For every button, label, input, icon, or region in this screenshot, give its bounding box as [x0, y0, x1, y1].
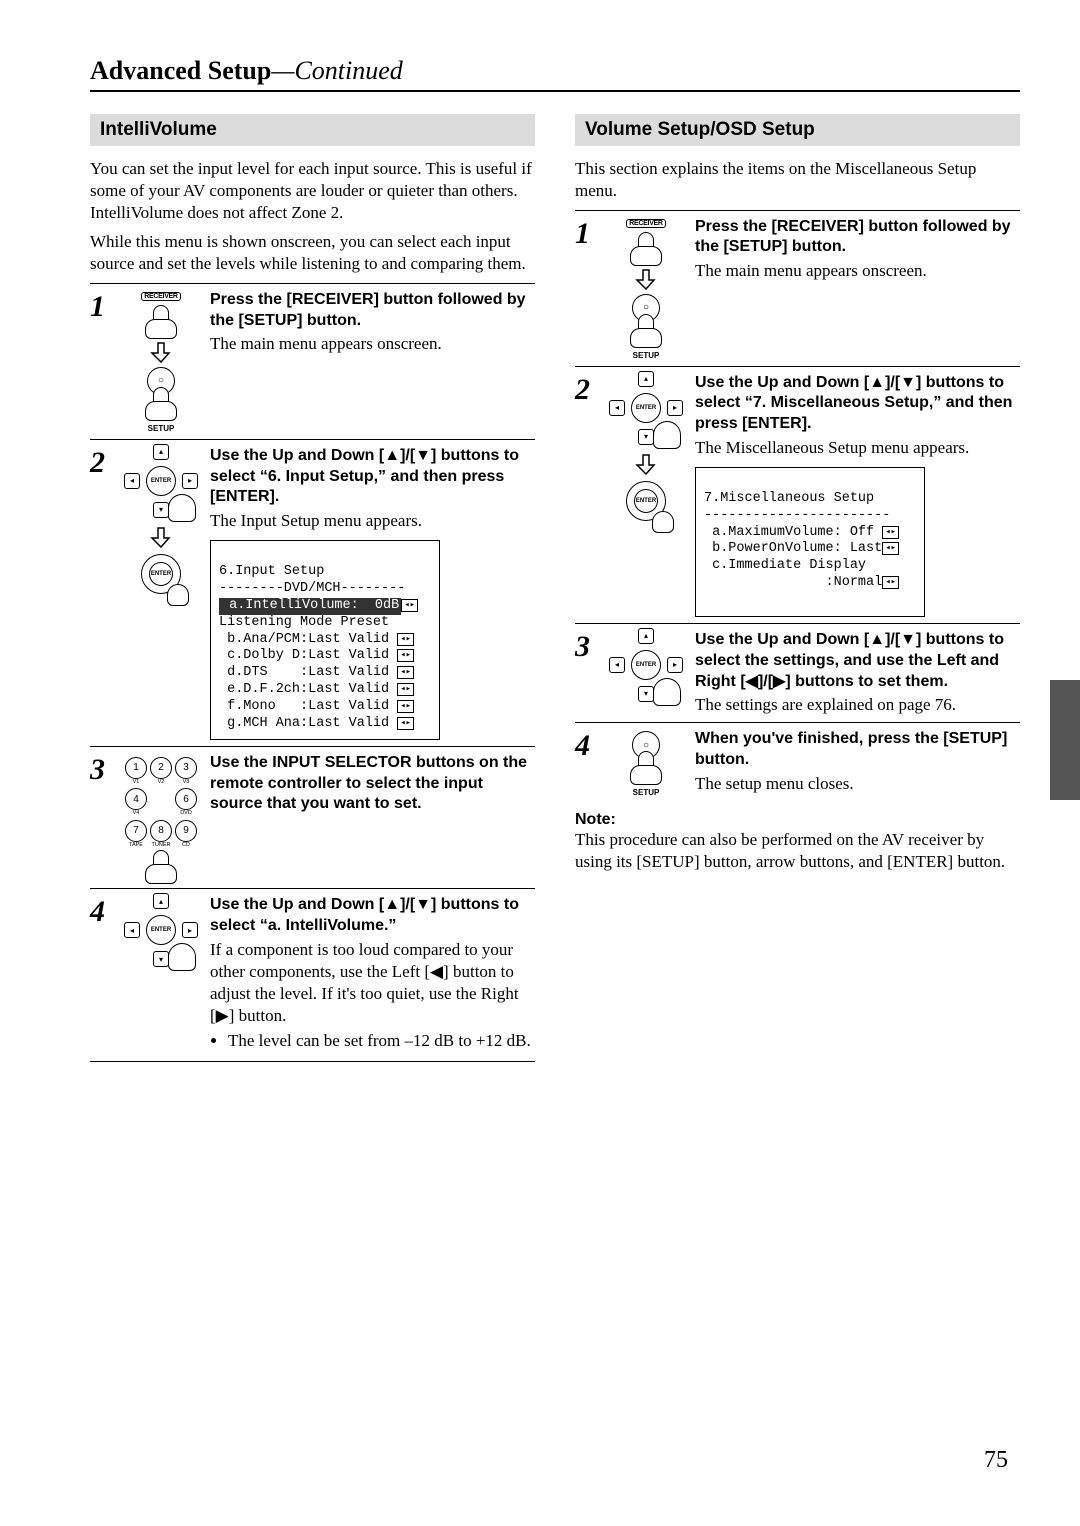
step-number: 1	[90, 290, 116, 322]
enter-icon: ENTER	[626, 481, 666, 521]
enter-button-icon: ENTER	[146, 466, 176, 496]
hand-icon	[167, 584, 189, 606]
right-step-2: 2 ▴ ▾ ◂ ▸ ENTER	[575, 366, 1020, 617]
step-detail: The main menu appears onscreen.	[695, 260, 1020, 282]
page: Advanced Setup—Continued IntelliVolume Y…	[0, 0, 1080, 1102]
page-header: Advanced Setup—Continued	[90, 56, 1020, 92]
step-icon-setup: ○ SETUP	[601, 729, 691, 797]
columns: IntelliVolume You can set the input leve…	[90, 114, 1020, 1062]
step-number: 4	[575, 729, 601, 761]
receiver-button-icon: RECEIVER	[141, 292, 180, 301]
step-detail: The setup menu closes.	[695, 773, 1020, 795]
step-instruction: Use the Up and Down [▲]/[▼] buttons to s…	[210, 895, 535, 937]
enter-icon: ENTER	[141, 554, 181, 594]
lcd-misc-setup: 7.Miscellaneous Setup ------------------…	[695, 467, 925, 617]
step-instruction: When you've finished, press the [SETUP] …	[695, 729, 1020, 771]
enter-button-icon: ENTER	[146, 915, 176, 945]
section-title-intellivolume: IntelliVolume	[90, 114, 535, 146]
left-step-2: 2 ▴ ▾ ◂ ▸ ENTER	[90, 439, 535, 740]
left-step-3: 3 123 V1V2V3 456 V4DVD 789 TAPETUNERCD U…	[90, 746, 535, 883]
step-icon-dpad-enter: ▴ ▾ ◂ ▸ ENTER ENTER	[601, 373, 691, 523]
note-text: This procedure can also be performed on …	[575, 829, 1020, 873]
page-number: 75	[984, 1447, 1008, 1474]
section-title-volume-osd: Volume Setup/OSD Setup	[575, 114, 1020, 146]
bullet-item: The level can be set from –12 dB to +12 …	[228, 1031, 535, 1051]
left-step-1: 1 RECEIVER ○ SETUP Press the [RECEIVER	[90, 283, 535, 433]
step-number: 3	[575, 630, 601, 662]
dpad-icon: ▴ ▾ ◂ ▸ ENTER	[130, 899, 192, 961]
step-instruction: Use the Up and Down [▲]/[▼] buttons to s…	[695, 630, 1020, 692]
lcd-input-setup: 6.Input Setup --------DVD/MCH-------- a.…	[210, 540, 440, 740]
hand-icon	[630, 314, 662, 346]
hand-icon	[168, 494, 196, 522]
header-title: Advanced Setup	[90, 56, 271, 85]
step-detail: If a component is too loud compared to y…	[210, 939, 535, 1027]
hand-icon	[630, 232, 662, 264]
setup-label: SETUP	[633, 788, 660, 797]
left-step-4: 4 ▴ ▾ ◂ ▸ ENTER Use the Up and Down [▲]/…	[90, 888, 535, 1062]
step-instruction: Use the Up and Down [▲]/[▼] buttons to s…	[695, 373, 1020, 435]
hand-icon	[653, 421, 681, 449]
intro-para: This section explains the items on the M…	[575, 158, 1020, 202]
setup-label: SETUP	[148, 424, 175, 433]
hand-icon	[168, 943, 196, 971]
right-column: Volume Setup/OSD Setup This section expl…	[575, 114, 1020, 1062]
right-step-4: 4 ○ SETUP When you've finished, press th…	[575, 722, 1020, 797]
step-icon-dpad-enter: ▴ ▾ ◂ ▸ ENTER ENTER	[116, 446, 206, 596]
step-detail: The main menu appears onscreen.	[210, 333, 535, 355]
step-detail: The Input Setup menu appears.	[210, 510, 535, 532]
step-number: 4	[90, 895, 116, 927]
step-icon-dpad: ▴ ▾ ◂ ▸ ENTER	[601, 630, 691, 698]
step-number: 2	[90, 446, 116, 478]
arrow-down-icon	[635, 268, 657, 290]
header-continued: —Continued	[271, 56, 402, 85]
step-instruction: Press the [RECEIVER] button followed by …	[695, 217, 1020, 259]
intro-para-1: You can set the input level for each inp…	[90, 158, 535, 223]
enter-button-icon: ENTER	[631, 393, 661, 423]
step-icon-receiver-setup: RECEIVER ○ SETUP	[116, 290, 206, 433]
hand-icon	[145, 305, 177, 337]
note-label: Note:	[575, 811, 1020, 829]
hand-icon	[630, 751, 662, 783]
step-number: 2	[575, 373, 601, 405]
step-bullets: The level can be set from –12 dB to +12 …	[210, 1031, 535, 1051]
hand-icon	[145, 387, 177, 419]
step-icon-numpad: 123 V1V2V3 456 V4DVD 789 TAPETUNERCD	[116, 753, 206, 883]
hand-icon	[652, 511, 674, 533]
receiver-button-icon: RECEIVER	[626, 219, 665, 228]
right-step-3: 3 ▴ ▾ ◂ ▸ ENTER Use the Up and Down [▲]/…	[575, 623, 1020, 716]
step-icon-dpad: ▴ ▾ ◂ ▸ ENTER	[116, 895, 206, 963]
numpad-icon: 123 V1V2V3 456 V4DVD 789 TAPETUNERCD	[116, 757, 206, 849]
dpad-icon: ▴ ▾ ◂ ▸ ENTER	[615, 377, 677, 439]
setup-label: SETUP	[633, 351, 660, 360]
hand-icon	[145, 850, 177, 882]
step-number: 1	[575, 217, 601, 249]
right-step-1: 1 RECEIVER ○ SETUP Press the [RECEIVER	[575, 210, 1020, 360]
enter-button-icon: ENTER	[631, 650, 661, 680]
arrow-down-icon	[150, 526, 172, 548]
step-instruction: Use the Up and Down [▲]/[▼] buttons to s…	[210, 446, 535, 508]
side-tab	[1050, 680, 1080, 800]
hand-icon	[653, 678, 681, 706]
left-column: IntelliVolume You can set the input leve…	[90, 114, 535, 1062]
dpad-icon: ▴ ▾ ◂ ▸ ENTER	[130, 450, 192, 512]
step-instruction: Use the INPUT SELECTOR buttons on the re…	[210, 753, 535, 815]
arrow-down-icon	[150, 341, 172, 363]
arrow-down-icon	[635, 453, 657, 475]
step-instruction: Press the [RECEIVER] button followed by …	[210, 290, 535, 332]
step-detail: The Miscellaneous Setup menu appears.	[695, 437, 1020, 459]
dpad-icon: ▴ ▾ ◂ ▸ ENTER	[615, 634, 677, 696]
step-number: 3	[90, 753, 116, 785]
step-icon-receiver-setup: RECEIVER ○ SETUP	[601, 217, 691, 360]
intro-para-2: While this menu is shown onscreen, you c…	[90, 231, 535, 275]
step-detail: The settings are explained on page 76.	[695, 694, 1020, 716]
